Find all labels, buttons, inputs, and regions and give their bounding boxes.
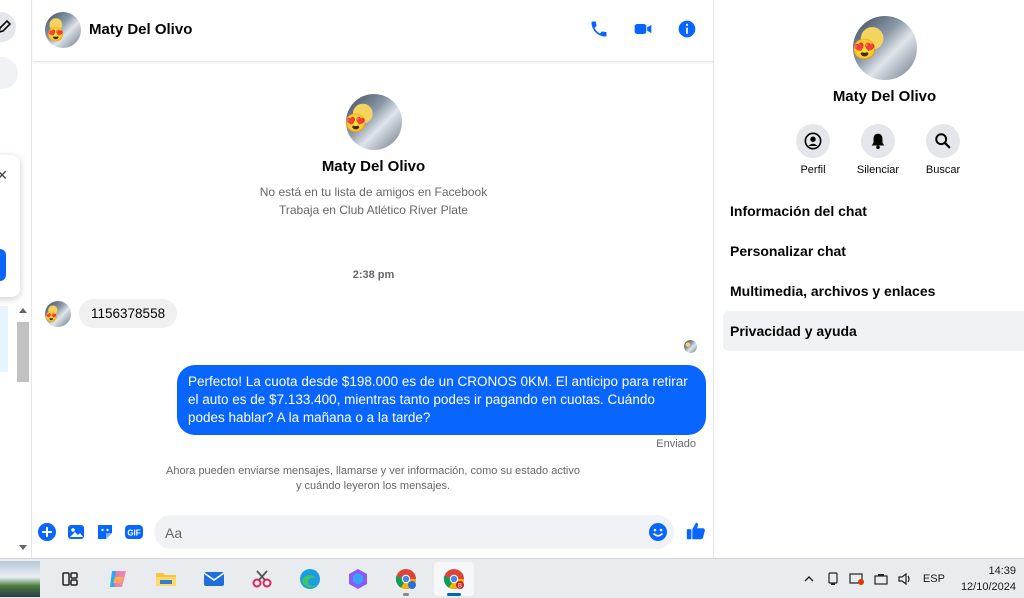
avatar[interactable]: 😍 bbox=[853, 16, 917, 80]
clock-date: 12/10/2024 bbox=[960, 581, 1016, 593]
message-input[interactable]: Aa bbox=[154, 515, 674, 549]
profile-button[interactable]: Perfil bbox=[795, 124, 831, 176]
sidebar-scrollbar[interactable] bbox=[16, 306, 30, 556]
volume-icon[interactable] bbox=[897, 571, 913, 587]
message-composer: GIF Aa bbox=[33, 512, 714, 552]
selected-chat-highlight bbox=[0, 306, 8, 372]
like-icon[interactable] bbox=[685, 520, 707, 542]
info-icon[interactable] bbox=[676, 18, 698, 40]
search-button[interactable]: Buscar bbox=[925, 124, 961, 176]
close-icon[interactable]: ✕ bbox=[0, 167, 8, 184]
clock[interactable]: 14:39 12/10/2024 bbox=[961, 563, 1016, 595]
popup-action-button[interactable] bbox=[0, 249, 6, 281]
task-view-icon[interactable] bbox=[50, 562, 90, 596]
info-menu: Información del chat Personalizar chat M… bbox=[723, 191, 1024, 351]
info-line: y cuándo leyeron los mensajes. bbox=[295, 480, 451, 492]
gallery-icon[interactable] bbox=[66, 522, 86, 542]
chat-info-panel: 😍 Maty Del Olivo Perfil Silenciar Buscar… bbox=[715, 0, 1024, 558]
emoji-icon[interactable] bbox=[648, 522, 668, 542]
chat-header: 😍 Maty Del Olivo bbox=[33, 0, 714, 62]
video-call-icon[interactable] bbox=[632, 18, 654, 40]
intro-contact-name: Maty Del Olivo bbox=[321, 158, 426, 175]
contact-name[interactable]: Maty Del Olivo bbox=[89, 21, 192, 38]
sticker-icon[interactable] bbox=[95, 522, 115, 542]
edge-icon[interactable] bbox=[290, 562, 330, 596]
file-explorer-icon[interactable] bbox=[146, 562, 186, 596]
incoming-message-bubble[interactable]: 1156378558 bbox=[79, 299, 178, 328]
incoming-message-row: 😍 1156378558 bbox=[45, 299, 178, 328]
work-info-text: Trabaja en Club Atlético River Plate bbox=[279, 203, 468, 217]
scroll-up-icon[interactable] bbox=[19, 308, 27, 313]
message-placeholder: Aa bbox=[165, 525, 183, 541]
chrome-icon[interactable]: B bbox=[434, 562, 474, 596]
plus-icon[interactable] bbox=[37, 522, 57, 542]
bell-icon bbox=[861, 124, 895, 158]
message-timestamp: 2:38 pm bbox=[352, 269, 395, 281]
search-label: Buscar bbox=[925, 164, 961, 176]
chat-list-sidebar: ✕ bbox=[0, 0, 32, 558]
seen-indicator-avatar bbox=[684, 340, 697, 353]
network-icon[interactable] bbox=[873, 571, 889, 587]
chrome-profile-icon[interactable] bbox=[386, 562, 426, 596]
emoji-icon: 😍 bbox=[853, 39, 877, 61]
scrollbar-thumb[interactable] bbox=[17, 322, 29, 382]
phone-icon[interactable] bbox=[588, 18, 610, 40]
menu-item-chat-info[interactable]: Información del chat bbox=[723, 191, 1024, 231]
display-icon[interactable] bbox=[849, 571, 865, 587]
mute-button[interactable]: Silenciar bbox=[856, 124, 900, 176]
profile-icon bbox=[796, 124, 830, 158]
emoji-icon: 😍 bbox=[47, 26, 65, 42]
compose-icon bbox=[0, 20, 11, 33]
copilot-icon[interactable] bbox=[98, 562, 138, 596]
chat-panel: 😍 Maty Del Olivo 😍 Maty Del Olivo No est… bbox=[33, 0, 714, 558]
taskbar: B ESP 14:39 12/10/2024 bbox=[0, 558, 1024, 598]
mute-label: Silenciar bbox=[856, 164, 900, 176]
gif-icon[interactable]: GIF bbox=[124, 522, 144, 542]
emoji-icon: 😍 bbox=[345, 113, 367, 133]
info-contact-name: Maty Del Olivo bbox=[832, 88, 937, 105]
connection-info-text: Ahora pueden enviarse mensajes, llamarse… bbox=[153, 464, 593, 494]
mail-icon[interactable] bbox=[194, 562, 234, 596]
widgets-thumbnail[interactable] bbox=[0, 561, 40, 597]
sent-status: Enviado bbox=[656, 438, 696, 450]
system-tray: ESP 14:39 12/10/2024 bbox=[801, 559, 1024, 598]
menu-item-privacy-support[interactable]: Privacidad y ayuda bbox=[723, 311, 1024, 351]
usb-device-icon[interactable] bbox=[825, 571, 841, 587]
snipping-tool-icon[interactable] bbox=[242, 562, 282, 596]
friend-status-text: No está en tu lista de amigos en Faceboo… bbox=[259, 185, 488, 199]
chevron-up-icon[interactable] bbox=[801, 571, 817, 587]
avatar[interactable]: 😍 bbox=[45, 12, 81, 48]
svg-text:B: B bbox=[458, 584, 462, 590]
scroll-down-icon[interactable] bbox=[19, 545, 27, 550]
outgoing-message-bubble[interactable]: Perfecto! La cuota desde $198.000 es de … bbox=[177, 365, 706, 435]
info-line: Ahora pueden enviarse mensajes, llamarse… bbox=[166, 465, 580, 477]
notification-popup: ✕ bbox=[0, 155, 20, 297]
svg-text:GIF: GIF bbox=[127, 529, 140, 538]
emoji-icon: 😍 bbox=[45, 311, 58, 323]
language-indicator[interactable]: ESP bbox=[923, 573, 945, 585]
new-message-button[interactable] bbox=[0, 12, 16, 42]
menu-item-media-files-links[interactable]: Multimedia, archivos y enlaces bbox=[723, 271, 1024, 311]
avatar[interactable]: 😍 bbox=[45, 300, 71, 327]
copilot-app-icon[interactable] bbox=[338, 562, 378, 596]
clock-time: 14:39 bbox=[988, 565, 1016, 577]
search-chats-input[interactable] bbox=[0, 57, 18, 89]
search-icon bbox=[926, 124, 960, 158]
menu-item-customize-chat[interactable]: Personalizar chat bbox=[723, 231, 1024, 271]
profile-label: Perfil bbox=[800, 164, 826, 176]
avatar[interactable]: 😍 bbox=[345, 94, 402, 150]
chat-intro: 😍 Maty Del Olivo No está en tu lista de … bbox=[33, 94, 714, 219]
